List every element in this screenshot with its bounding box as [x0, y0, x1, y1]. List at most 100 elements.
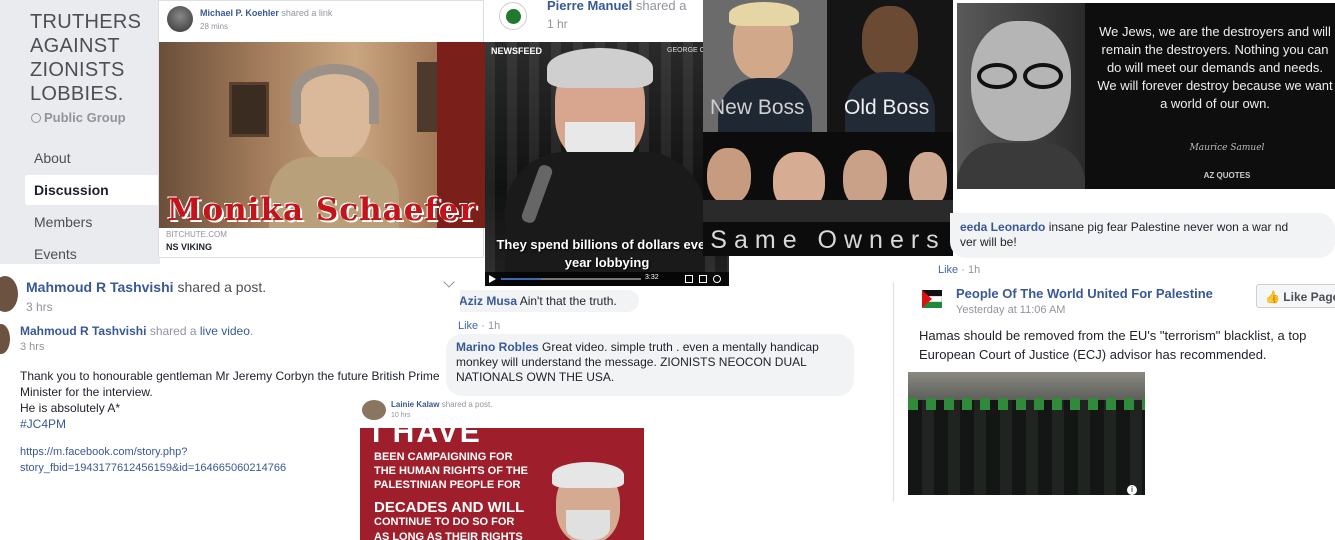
- post-action: shared a: [149, 324, 197, 338]
- avatar[interactable]: [362, 400, 386, 420]
- person-face: [707, 148, 751, 204]
- palestine-flag-icon[interactable]: [919, 286, 945, 312]
- player-time: 3:32: [645, 274, 659, 281]
- post-time[interactable]: 28 mins: [200, 22, 228, 31]
- comment-leonardo: eeda Leonardo insane pig fear Palestine …: [950, 213, 1335, 258]
- like-link[interactable]: Like: [458, 320, 478, 332]
- quote-text: We Jews, we are the destroyers and will …: [1097, 24, 1333, 111]
- play-icon[interactable]: [489, 275, 496, 283]
- thumbs-up-icon: 👍: [1265, 290, 1280, 304]
- meme-label-old: Old Boss: [844, 96, 930, 119]
- post-action: shared a link: [281, 8, 333, 18]
- video-subtitle: They spend billions of dollars every yea…: [496, 237, 718, 270]
- author-link[interactable]: Pierre Manuel: [547, 0, 632, 13]
- video-thumbnail[interactable]: Monika Schaefer: [159, 42, 485, 228]
- avatar[interactable]: [0, 276, 18, 312]
- like-link[interactable]: Like: [938, 264, 958, 276]
- comment-text: insane pig fear Palestine never won a wa…: [1048, 220, 1289, 234]
- post-text: Hamas should be removed from the EU's "t…: [919, 328, 1307, 362]
- video-tag: NEWSFEED: [491, 46, 543, 56]
- post-photo-palestine[interactable]: i: [908, 372, 1145, 495]
- group-privacy-label: Public Group: [44, 110, 126, 125]
- chevron-down-icon[interactable]: [443, 276, 455, 288]
- post-time[interactable]: 3 hrs: [26, 300, 53, 314]
- comment-musa: Aziz Musa Ain't that the truth.: [449, 290, 639, 312]
- video-player-carlin[interactable]: NEWSFEED GEORGE C They spend billions of…: [485, 42, 729, 286]
- post-time[interactable]: 1 hr: [547, 17, 568, 31]
- group-title-line: ZIONISTS: [30, 59, 125, 81]
- post-time[interactable]: Yesterday at 11:06 AM: [956, 304, 1065, 316]
- seek-progress: [501, 278, 541, 280]
- green-headbands: [908, 398, 1145, 410]
- info-icon[interactable]: i: [1127, 485, 1137, 495]
- video-caption: Monika Schaefer: [167, 192, 477, 228]
- fullscreen-icon[interactable]: [699, 275, 707, 283]
- poster-line: AS LONG AS THEIR RIGHTS: [374, 531, 523, 540]
- url-line: story_fbid=1943177612456159&id=164665060…: [20, 462, 287, 474]
- post-header-kalaw: Lainie Kalaw shared a post. 10 hrs: [360, 396, 644, 428]
- avatar[interactable]: [0, 324, 10, 354]
- person-beard: [566, 510, 610, 540]
- post-action: shared a post.: [441, 400, 493, 409]
- meme-label-same: Same Owners: [710, 226, 946, 254]
- comment-author[interactable]: eeda Leonardo: [960, 220, 1045, 234]
- post-body-line: Thank you to honourable gentleman Mr Jer…: [20, 369, 440, 383]
- author-link[interactable]: Mahmoud R Tashvishi: [26, 279, 174, 295]
- group-title[interactable]: TRUTHERS AGAINST ZIONISTS LOBBIES.: [30, 10, 141, 106]
- volume-icon[interactable]: [713, 275, 721, 283]
- portrait-panel: [957, 3, 1085, 189]
- nav-members[interactable]: Members: [25, 207, 160, 237]
- comment-robles: Marino Robles Great video. simple truth …: [446, 334, 854, 396]
- author-link[interactable]: Michael P. Koehler: [200, 8, 279, 18]
- poster-text: BEEN CAMPAIGNING FOR THE HUMAN RIGHTS OF…: [374, 450, 528, 492]
- glasses: [1023, 63, 1063, 89]
- meme-new-boss-old-boss[interactable]: New Boss Old Boss Same Owners: [703, 0, 953, 256]
- nav-events[interactable]: Events: [25, 239, 160, 269]
- post-time[interactable]: 3 hrs: [20, 341, 44, 353]
- glasses: [977, 63, 1017, 89]
- group-sidebar: TRUTHERS AGAINST ZIONISTS LOBBIES. Publi…: [0, 0, 160, 264]
- comment-author[interactable]: Aziz Musa: [459, 294, 517, 308]
- poster-line: CONTINUE TO DO SO FOR: [374, 516, 515, 528]
- nav-about[interactable]: About: [25, 143, 160, 173]
- poster-line: THE HUMAN RIGHTS OF THE: [374, 465, 528, 477]
- link-title[interactable]: NS VIKING: [166, 242, 212, 252]
- comment-actions: Like · 1h: [458, 320, 501, 332]
- group-title-line: LOBBIES.: [30, 83, 124, 105]
- comment-time: 1h: [967, 264, 981, 276]
- like-page-label: Like Page: [1283, 290, 1335, 304]
- person-face: [862, 6, 918, 76]
- like-page-button[interactable]: 👍 Like Page: [1256, 284, 1335, 308]
- meme-label-new: New Boss: [710, 96, 805, 119]
- post-header-manuel: Pierre Manuel shared a 1 hr: [487, 0, 705, 42]
- poster-line: BEEN CAMPAIGNING FOR: [374, 451, 513, 463]
- post-header-tashvishi-1: Mahmoud R Tashvishi shared a post. 3 hrs: [0, 270, 460, 320]
- avatar[interactable]: [167, 6, 193, 32]
- post-url[interactable]: https://m.facebook.com/story.php? story_…: [20, 444, 286, 476]
- group-title-line: AGAINST: [30, 35, 120, 57]
- avatar[interactable]: [499, 2, 527, 30]
- settings-icon[interactable]: [685, 275, 693, 283]
- poster-line: DECADES AND WILL: [374, 499, 525, 516]
- comment-actions: Like · 1h: [938, 264, 981, 276]
- post-action: shared a: [635, 0, 687, 13]
- page-name-link[interactable]: People Of The World United For Palestine: [956, 286, 1213, 301]
- comment-author[interactable]: Marino Robles: [456, 340, 539, 354]
- url-line: https://m.facebook.com/story.php?: [20, 446, 188, 458]
- post-card-kaehler: Michael P. Koehler shared a link 28 mins…: [158, 0, 485, 258]
- crowd: [908, 400, 1145, 495]
- wall-picture: [229, 82, 269, 137]
- live-video-link[interactable]: live video: [200, 324, 250, 338]
- quote-image[interactable]: We Jews, we are the destroyers and will …: [957, 3, 1335, 189]
- group-title-line: TRUTHERS: [30, 11, 142, 33]
- author-link[interactable]: Mahmoud R Tashvishi: [20, 324, 146, 338]
- person-hair: [291, 64, 379, 124]
- person-hair: [547, 48, 653, 88]
- post-time[interactable]: 10 hrs: [391, 412, 410, 419]
- poster-corbyn[interactable]: I HAVE BEEN CAMPAIGNING FOR THE HUMAN RI…: [360, 428, 644, 540]
- globe-icon: [31, 113, 41, 123]
- author-link[interactable]: Lainie Kalaw: [391, 400, 439, 409]
- nav-discussion[interactable]: Discussion: [25, 175, 160, 205]
- person-body: [957, 143, 1085, 189]
- poster-text: DECADES AND WILL CONTINUE TO DO SO FOR A…: [374, 500, 524, 540]
